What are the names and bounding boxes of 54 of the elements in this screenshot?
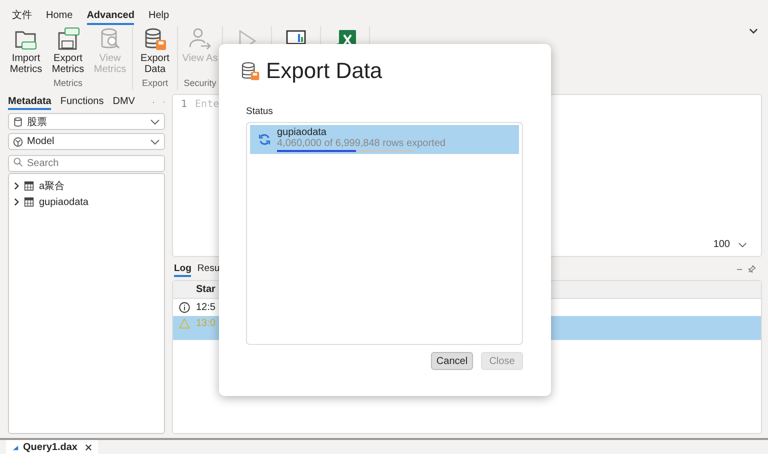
user-icon — [188, 27, 212, 51]
table-icon — [24, 197, 34, 207]
tree-item[interactable]: a聚合 — [14, 178, 159, 194]
zoom-dropdown[interactable]: 100 — [707, 237, 753, 252]
expand-chevron-icon[interactable] — [14, 182, 19, 190]
database-icon — [13, 116, 23, 126]
panel-tab[interactable]: Functions — [60, 94, 104, 110]
editor-placeholder: Ente — [195, 99, 220, 110]
panel-tab[interactable]: DMV — [112, 94, 135, 110]
table-icon — [24, 181, 34, 191]
dialog-title: Export Data — [266, 58, 382, 84]
ribbon-button[interactable]: Export Metrics — [48, 26, 88, 76]
close-icon[interactable] — [85, 444, 92, 450]
database-dropdown[interactable]: 股票 — [8, 113, 165, 130]
group-label: Metrics — [54, 78, 82, 90]
column-header[interactable]: Star — [195, 284, 216, 295]
refresh-icon — [258, 133, 271, 146]
group-label: Security — [184, 78, 216, 90]
chevron-icon — [150, 118, 160, 124]
expand-chevron-icon[interactable] — [14, 198, 19, 206]
chevron-icon — [738, 242, 747, 248]
time-cell: 13:0 — [195, 318, 216, 329]
search-field[interactable]: Search — [8, 155, 165, 172]
panel-tab[interactable]: Resu — [197, 262, 220, 276]
status-label: Status — [246, 106, 274, 117]
progress-text: 4,060,000 of 6,999,848 rows exported — [277, 138, 446, 149]
ribbon-button[interactable]: Export Data — [135, 26, 175, 76]
tree-item[interactable]: gupiaodata — [14, 194, 159, 210]
group-label: Export — [142, 78, 168, 90]
chevron-icon — [150, 138, 160, 144]
menu-tab[interactable]: Home — [46, 8, 73, 24]
info-icon — [178, 302, 190, 313]
time-cell: 12:5 — [195, 302, 216, 313]
table-name: gupiaodata — [277, 127, 328, 138]
warning-icon — [178, 318, 190, 329]
database-save-icon — [240, 61, 260, 81]
panel-tab[interactable]: Log — [174, 262, 192, 276]
ribbon-button[interactable]: Import Metrics — [6, 26, 46, 76]
cube-icon — [13, 136, 23, 146]
cancel-button[interactable]: Cancel — [431, 352, 473, 370]
log-row[interactable]: 12:5 — [173, 299, 761, 316]
document-tab[interactable]: Query1.dax — [6, 440, 98, 454]
model-dropdown[interactable]: Model — [8, 133, 165, 150]
chevron-icon[interactable] — [749, 28, 758, 34]
export-item[interactable]: gupiaodata 4,060,000 of 6,999,848 rows exported — [250, 125, 519, 154]
menu-tab[interactable]: 文件 — [12, 6, 32, 26]
line-number: 1 — [181, 99, 188, 110]
menu-tab[interactable]: Help — [148, 8, 170, 24]
file-icon — [12, 444, 19, 450]
save-icon — [56, 27, 80, 51]
search-icon — [13, 157, 23, 167]
menu-tab[interactable]: Advanced — [86, 8, 134, 24]
database-save-icon — [143, 27, 167, 51]
panel-tab[interactable]: Metadata — [8, 94, 52, 110]
